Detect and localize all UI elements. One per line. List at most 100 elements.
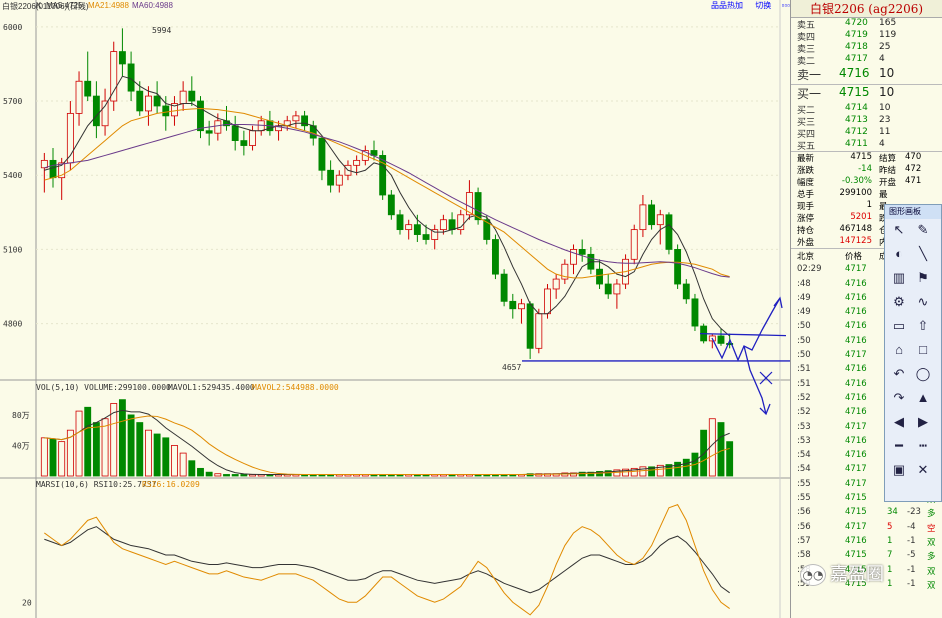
candle-body [110, 51, 118, 102]
dash-icon[interactable]: ┅ [913, 437, 933, 455]
minus-icon[interactable]: ━ [889, 437, 909, 455]
pen-icon[interactable]: ✎ [913, 221, 933, 239]
redo-icon[interactable]: ↷ [889, 389, 909, 407]
ask-price: 4717 [845, 54, 868, 64]
tick-oi-change: -5 [907, 550, 916, 561]
candle [379, 150, 387, 200]
tick-time: :55 [797, 493, 811, 504]
candle-body [101, 100, 109, 127]
tick-price: 4716 [845, 450, 867, 461]
palette-icon[interactable]: ◐ [889, 245, 909, 263]
line-icon[interactable]: ╲ [913, 245, 933, 263]
save-icon[interactable]: ▣ [889, 461, 909, 479]
ruler-icon[interactable]: ▭ [889, 317, 909, 335]
tick-price: 4716 [845, 535, 867, 546]
candle-body [526, 303, 534, 349]
ask-row: 卖一 4716 10 [791, 66, 942, 84]
candle-body [197, 100, 204, 132]
rsi-label: MARSI(10,6) RSI10:25.7737 [36, 480, 157, 489]
candle-body [422, 234, 430, 240]
price-axis-tick: 6000 [3, 23, 22, 32]
volume-bar [179, 452, 187, 477]
volume-bar [40, 437, 48, 477]
tick-volume: 34 [887, 507, 898, 518]
stat-label-2: 最 [879, 190, 888, 200]
kline-chart-area[interactable]: 6000 5700 5400 5100 4800 80万 40万 20 5994 4657 V… [0, 0, 790, 618]
bid-price: 4714 [845, 103, 868, 113]
stat-row: 涨跌 -14 昨结 472 [791, 164, 942, 176]
candle [665, 212, 673, 255]
stat-label: 现手 [797, 202, 815, 212]
tick-price: 4717 [845, 521, 867, 532]
curve-icon[interactable]: ∿ [913, 293, 933, 311]
candle-body [439, 219, 447, 231]
arrow-right-icon[interactable]: ▶ [913, 413, 933, 431]
gear-icon[interactable]: ⚙ [889, 293, 909, 311]
candle-body [448, 219, 456, 231]
tick-time: :56 [797, 521, 811, 532]
tick-volume: 1 [887, 535, 893, 546]
tick-time: :53 [797, 435, 811, 446]
candle-body [535, 313, 543, 349]
candle [691, 293, 699, 332]
volume-bar [214, 473, 222, 477]
candle-body [639, 204, 647, 231]
candle-body [231, 125, 239, 141]
candle [474, 187, 482, 225]
candle-body [604, 283, 612, 295]
bid-row: 买三 4713 23 [791, 115, 942, 128]
candle [535, 308, 543, 354]
ma60-label: MA60:4988 [132, 1, 173, 10]
window-controls-icon[interactable]: ▫▫▫ [781, 1, 790, 10]
candle-body [665, 214, 673, 250]
undo-icon[interactable]: ↶ [889, 365, 909, 383]
price-axis-tick: 5700 [3, 97, 22, 106]
volume-bar [188, 460, 196, 477]
candle-body [249, 130, 256, 146]
rect-icon[interactable]: □ [913, 341, 933, 359]
arrow-left-icon[interactable]: ◀ [889, 413, 909, 431]
arrow-up-icon[interactable]: ⇧ [913, 317, 933, 335]
tick-row: :56 4717 5 -4 空 [791, 521, 942, 535]
tick-time: :56 [797, 507, 811, 518]
stat-label-2: 结算 [879, 154, 897, 164]
price-axis-tick: 5100 [3, 245, 22, 254]
candle-body [682, 283, 690, 300]
stat-value: 4715 [850, 152, 872, 162]
candle [500, 269, 508, 307]
flag-icon[interactable]: ⚑ [913, 269, 933, 287]
close-icon[interactable]: ✕ [913, 461, 933, 479]
ask-volume: 25 [879, 42, 891, 52]
candle-body [648, 204, 656, 226]
tick-price: 4716 [845, 407, 867, 418]
volume-bar [162, 437, 170, 477]
candle [674, 244, 682, 289]
candle-body [396, 214, 404, 231]
tick-price: 4715 [845, 507, 867, 518]
volume-bar [49, 438, 57, 477]
ellipse-icon[interactable]: ◯ [913, 365, 933, 383]
candle-body [717, 335, 725, 344]
tick-volume: 7 [887, 550, 893, 561]
bid-price: 4711 [845, 139, 868, 149]
candle-body [405, 224, 413, 231]
switch-button[interactable]: 切换 [755, 1, 771, 10]
pointer-icon[interactable]: ↖ [889, 221, 909, 239]
volume-bar [205, 471, 213, 477]
ask-book: 卖五 4720 165 卖四 4719 119 卖三 4718 25 卖二 4717 4 卖一 4716 1… [791, 18, 942, 84]
home-icon[interactable]: ⌂ [889, 341, 909, 359]
tick-oi-change: -23 [907, 507, 921, 518]
stat-row: 幅度 -0.30% 开盘 471 [791, 176, 942, 188]
drawing-toolbox[interactable]: 图形画板 ↖ ✎ ◐ ╲ ▥ ⚑ ⚙ ∿ ▭ ⇧ ⌂ □ ↶ ◯ ↷ ▲ ◀ ▶ ━ ┅ ▣ ✕ [884, 204, 942, 502]
tick-time: :54 [797, 464, 811, 475]
fill-icon[interactable]: ▲ [913, 389, 933, 407]
bid-row: 买一 4715 10 [791, 85, 942, 103]
volume-bar [92, 422, 100, 477]
info-button[interactable]: 品品热加 [711, 1, 743, 10]
chart-icon[interactable]: ▥ [889, 269, 909, 287]
tick-time: :57 [797, 535, 811, 546]
volume-bar [127, 414, 135, 477]
top-buttons: 品品热加 切换 ▫▫▫ [711, 0, 790, 11]
bid-price: 4715 [839, 85, 870, 99]
candle-body [500, 273, 508, 302]
